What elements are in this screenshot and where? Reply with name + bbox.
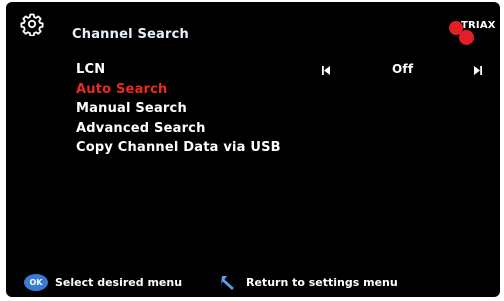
return-hint: Return to settings menu [246, 276, 398, 289]
brand-logo-dot [459, 30, 474, 45]
arrow-right-icon[interactable] [474, 66, 482, 75]
footer-hints: OK Select desired menu Return to setting… [6, 274, 500, 292]
brand-logo-text: TRIAX [461, 20, 496, 31]
menu-item-manual-search[interactable]: Manual Search [76, 99, 496, 119]
ok-button-icon: OK [24, 274, 48, 291]
page-title: Channel Search [72, 27, 190, 42]
select-hint: Select desired menu [55, 276, 183, 289]
gear-icon [20, 13, 44, 36]
brand-logo: TRIAX [447, 16, 500, 46]
menu-item-advanced-search[interactable]: Advanced Search [76, 119, 496, 139]
arrow-left-icon[interactable] [322, 66, 330, 75]
menu-item-copy-channel-data[interactable]: Copy Channel Data via USB [76, 138, 496, 158]
menu-item-auto-search[interactable]: Auto Search [76, 80, 496, 100]
channel-search-menu: LCN Off Auto Search Manual Search Advanc… [76, 60, 496, 158]
lcn-value-selector: Off [76, 60, 496, 80]
return-arrow-icon [221, 276, 234, 290]
menu-item-lcn[interactable]: LCN Off [76, 60, 496, 80]
tv-screen: Channel Search TRIAX LCN Off Auto Search… [6, 2, 500, 297]
lcn-value: Off [392, 62, 414, 76]
